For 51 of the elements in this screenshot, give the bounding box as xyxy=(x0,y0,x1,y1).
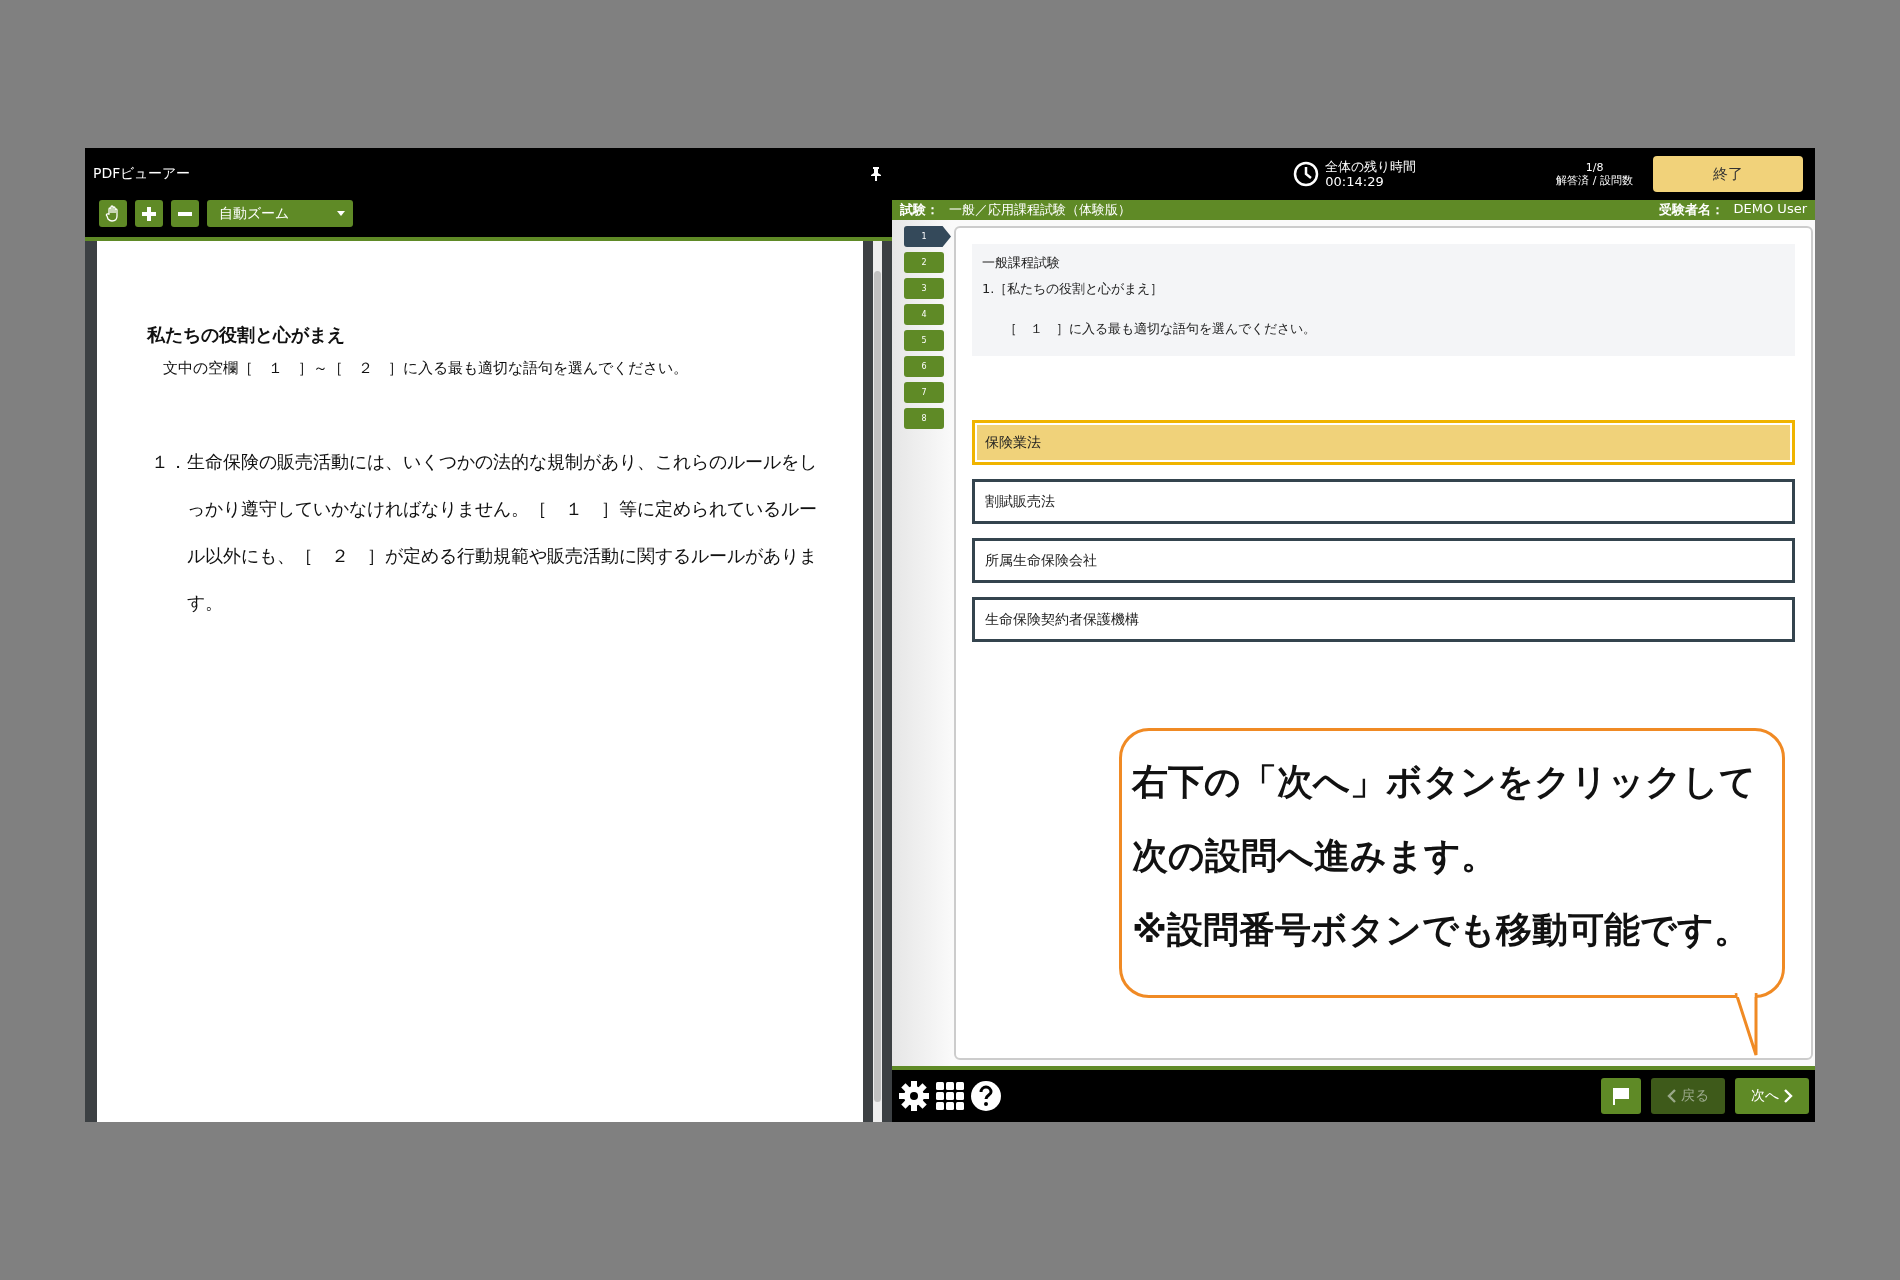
zoom-select[interactable]: 自動ズーム xyxy=(207,200,353,227)
flag-icon xyxy=(1612,1087,1630,1105)
zoom-in-button[interactable] xyxy=(135,200,163,227)
question-number-button[interactable]: 5 xyxy=(904,330,944,351)
question-number-button[interactable]: 8 xyxy=(904,408,944,429)
pin-icon[interactable] xyxy=(870,167,882,181)
question-number-button[interactable]: 6 xyxy=(904,356,944,377)
end-button[interactable]: 終了 xyxy=(1653,156,1803,192)
caret-icon xyxy=(337,211,345,216)
question-category: 一般課程試験 xyxy=(982,254,1061,272)
item-number: １． xyxy=(151,450,187,474)
examinee-name: DEMO User xyxy=(1733,201,1807,218)
examinee-label: 受験者名： xyxy=(1658,201,1724,219)
page-heading: 私たちの役割と心がまえ xyxy=(147,323,346,347)
progress-label: 解答済 / 設問数 xyxy=(1556,174,1633,187)
question-title: 1.［私たちの役割と心がまえ］ xyxy=(982,280,1165,298)
question-number-button[interactable]: 2 xyxy=(904,252,944,273)
exam-label: 試験： xyxy=(900,201,939,219)
callout-text: 次の設問へ進みます。 xyxy=(1132,835,1498,877)
callout-text: ※設問番号ボタンでも移動可能です。 xyxy=(1132,909,1751,951)
hand-icon xyxy=(105,205,121,222)
clock-icon xyxy=(1293,161,1320,187)
timer-value: 00:14:29 xyxy=(1325,174,1385,189)
next-button[interactable]: 次へ xyxy=(1735,1078,1809,1114)
minus-icon xyxy=(178,211,192,216)
question-number-button[interactable]: 7 xyxy=(904,382,944,403)
question-number-button[interactable]: 3 xyxy=(904,278,944,299)
viewer-title: PDFビューアー xyxy=(93,165,191,183)
answer-option[interactable]: 割賦販売法 xyxy=(972,479,1795,524)
answer-option[interactable]: 保険業法 xyxy=(972,420,1795,465)
answer-option[interactable]: 生命保険契約者保護機構 xyxy=(972,597,1795,642)
callout-text: 右下の「次へ」ボタンをクリックして xyxy=(1132,761,1757,803)
question-number-button[interactable]: 4 xyxy=(904,304,944,325)
question-prompt: ［ １ ］に入る最も適切な語句を選んでください。 xyxy=(1004,320,1317,338)
help-icon[interactable] xyxy=(970,1080,1002,1112)
grid-icon[interactable] xyxy=(936,1082,964,1110)
scrollbar[interactable] xyxy=(873,241,882,1122)
progress-count: 1/8 xyxy=(1585,161,1604,174)
chevron-right-icon xyxy=(1783,1089,1793,1103)
zoom-out-button[interactable] xyxy=(171,200,199,227)
question-number-button[interactable]: 1 xyxy=(904,226,951,247)
answer-option[interactable]: 所属生命保険会社 xyxy=(972,538,1795,583)
flag-button[interactable] xyxy=(1601,1078,1641,1114)
chevron-left-icon xyxy=(1667,1089,1677,1103)
plus-icon xyxy=(141,205,157,222)
hand-tool-button[interactable] xyxy=(99,200,127,227)
settings-icon[interactable] xyxy=(898,1080,930,1112)
item-text: 生命保険の販売活動には、いくつかの法的な規制があり、これらのルールをしっかり遵守していかなければなりません。［ １ ］等に定められているルール以外にも、［ ２ ］が定める行動規範や販売活動に関するルールがあります。 xyxy=(187,450,818,615)
timer-label: 全体の残り時間 xyxy=(1325,159,1417,174)
exam-name: 一般／応用課程試験（体験版） xyxy=(949,201,1131,219)
page-instruction: 文中の空欄［ １ ］～［ ２ ］に入る最も適切な語句を選んでください。 xyxy=(163,359,689,378)
